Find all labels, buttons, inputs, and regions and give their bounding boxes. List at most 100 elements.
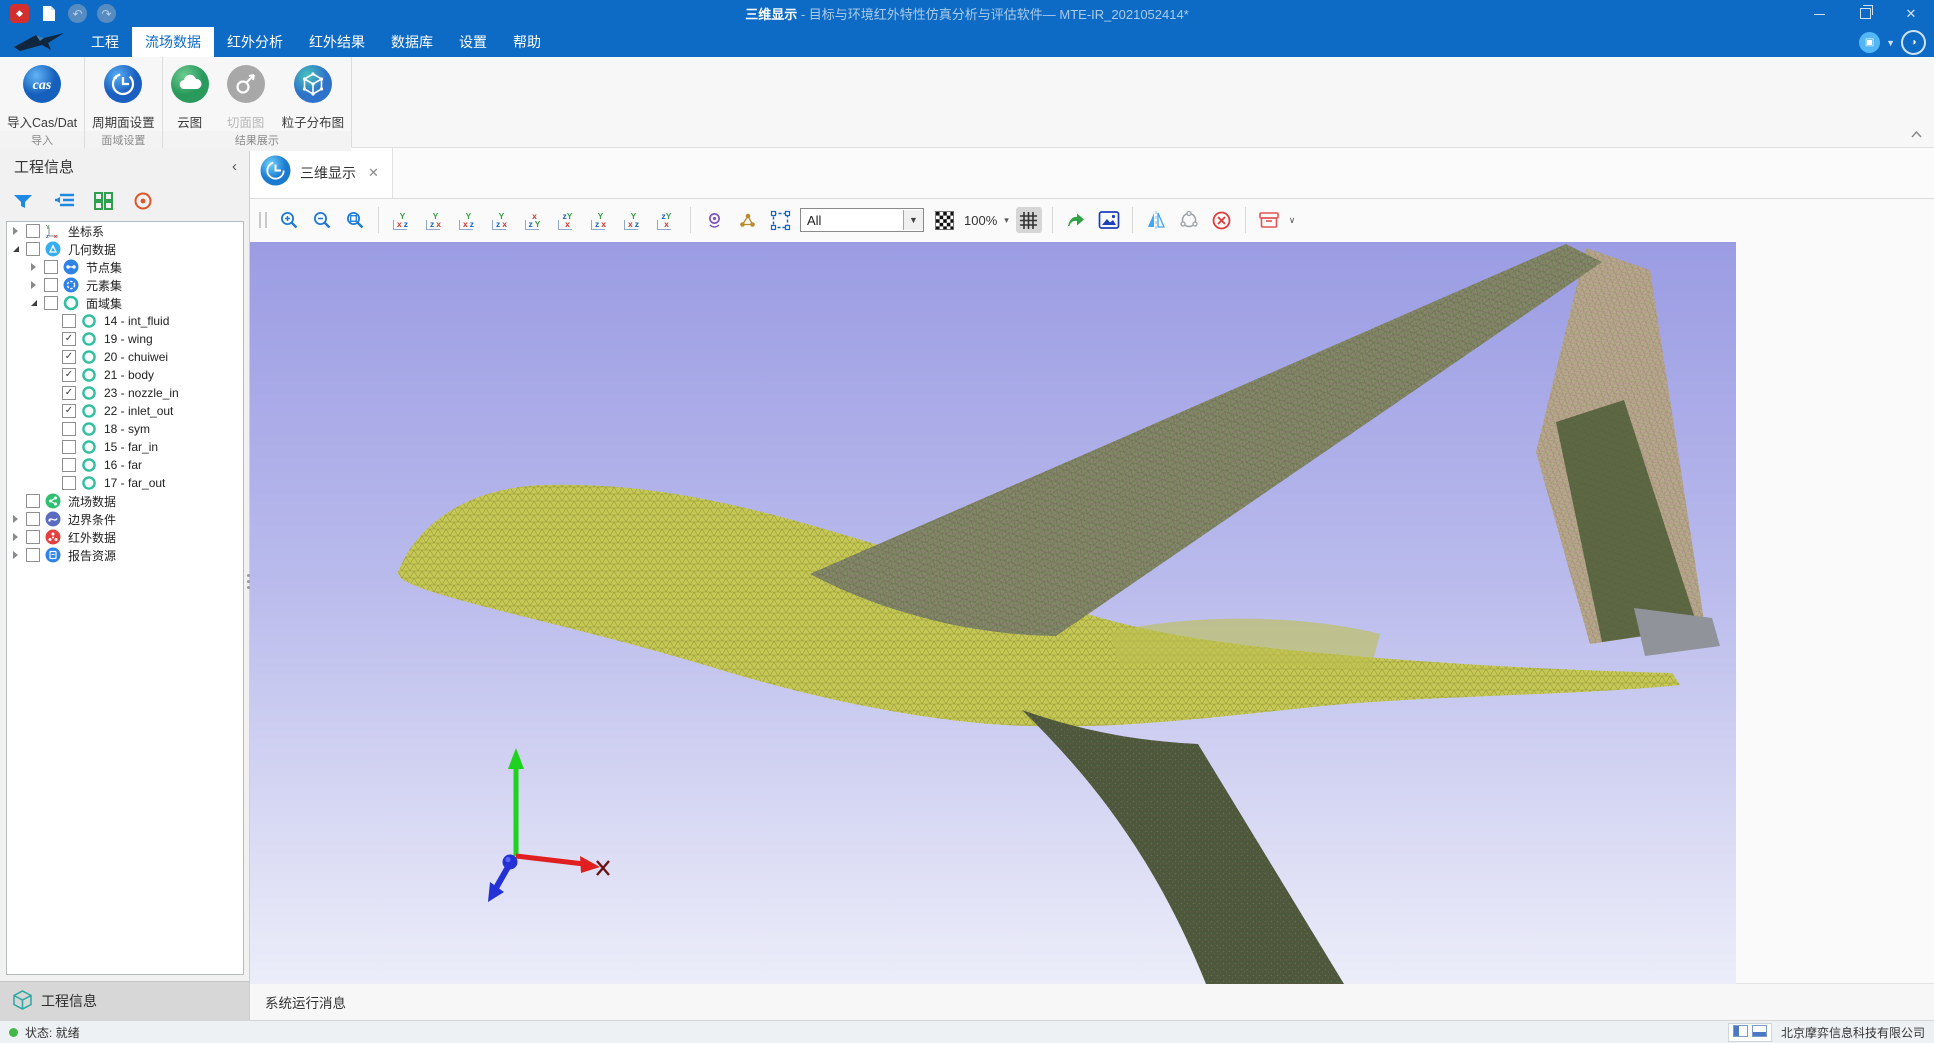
tree-item[interactable]: ✓21 - body: [7, 366, 243, 384]
tree-item[interactable]: 节点集: [7, 258, 243, 276]
zoom-level-value[interactable]: 100%: [964, 213, 997, 228]
visibility-checkbox[interactable]: [62, 476, 76, 490]
visibility-checkbox[interactable]: [44, 278, 58, 292]
ribbon-collapse-chevron-up-icon[interactable]: [1911, 125, 1922, 143]
visibility-checkbox[interactable]: ✓: [62, 332, 76, 346]
visibility-checkbox[interactable]: [26, 242, 40, 256]
chevron-down-icon[interactable]: ▾: [1004, 215, 1009, 226]
snapshot-icon[interactable]: [1096, 207, 1122, 233]
view-back-icon[interactable]: zYx: [554, 207, 581, 233]
tree-item[interactable]: ✓19 - wing: [7, 330, 243, 348]
outline-list-icon[interactable]: [53, 192, 75, 215]
export-arrow-icon[interactable]: [1063, 207, 1089, 233]
visibility-checkbox[interactable]: ✓: [62, 404, 76, 418]
tree-item[interactable]: 几何数据: [7, 240, 243, 258]
filter-icon[interactable]: [12, 192, 34, 215]
visibility-checkbox[interactable]: [62, 314, 76, 328]
tree-item[interactable]: 元素集: [7, 276, 243, 294]
iso-view-3-icon[interactable]: zYx: [653, 207, 680, 233]
tree-item[interactable]: 面域集: [7, 294, 243, 312]
menu-item-infrared-results[interactable]: 红外结果: [296, 27, 378, 57]
close-button[interactable]: ✕: [1888, 0, 1934, 27]
close-icon[interactable]: ✕: [368, 165, 379, 181]
tree-item[interactable]: ✓20 - chuiwei: [7, 348, 243, 366]
expander-collapsed-icon[interactable]: [13, 533, 18, 541]
view-bottom-icon[interactable]: Yxz: [389, 207, 416, 233]
tree-item[interactable]: 14 - int_fluid: [7, 312, 243, 330]
halftone-icon[interactable]: [931, 207, 957, 233]
tab-3d-view[interactable]: 三维显示 ✕: [250, 148, 393, 198]
visibility-checkbox[interactable]: ✓: [62, 368, 76, 382]
visibility-checkbox[interactable]: [26, 530, 40, 544]
grid-toggle-icon[interactable]: [1016, 207, 1042, 233]
viewport-3d-canvas[interactable]: [250, 242, 1934, 983]
tree-item[interactable]: 18 - sym: [7, 420, 243, 438]
module-grid-icon[interactable]: [94, 192, 114, 215]
visibility-checkbox[interactable]: [44, 260, 58, 274]
menu-item-engineering[interactable]: 工程: [78, 27, 132, 57]
menu-item-flowfield-data[interactable]: 流场数据: [132, 27, 214, 57]
tree-item[interactable]: ✓22 - inlet_out: [7, 402, 243, 420]
iso-view-1-icon[interactable]: Yzx: [587, 207, 614, 233]
tree-item[interactable]: ✓23 - nozzle_in: [7, 384, 243, 402]
menu-item-help[interactable]: 帮助: [500, 27, 554, 57]
tree-item[interactable]: 报告资源: [7, 546, 243, 564]
expander-expanded-icon[interactable]: [13, 246, 19, 252]
visibility-checkbox[interactable]: [62, 440, 76, 454]
expander-collapsed-icon[interactable]: [13, 551, 18, 559]
zoom-out-icon[interactable]: [309, 207, 335, 233]
chevron-down-icon[interactable]: ▼: [1886, 38, 1895, 48]
tree-item[interactable]: Yzx坐标系: [7, 222, 243, 240]
expander-collapsed-icon[interactable]: [31, 263, 36, 271]
view-front-icon[interactable]: xzY: [521, 207, 548, 233]
chevron-left-icon[interactable]: ‹: [232, 158, 237, 175]
view-left-icon[interactable]: Yxz: [455, 207, 482, 233]
box-select-icon[interactable]: [767, 207, 793, 233]
view-top-icon[interactable]: Yzx: [422, 207, 449, 233]
ribbon-button-contour-cloud[interactable]: 云图: [163, 62, 217, 131]
iso-view-2-icon[interactable]: Yxz: [620, 207, 647, 233]
menu-item-infrared-analysis[interactable]: 红外分析: [214, 27, 296, 57]
visibility-checkbox[interactable]: ✓: [62, 350, 76, 364]
toolbar-drag-handle[interactable]: [259, 212, 267, 228]
new-file-icon[interactable]: [39, 4, 58, 23]
region-filter-select[interactable]: All ▼: [800, 208, 924, 232]
chevron-down-icon[interactable]: ▼: [903, 210, 923, 230]
ribbon-button-particle-distribution[interactable]: 粒子分布图: [275, 62, 352, 131]
view-right-icon[interactable]: Yzx: [488, 207, 515, 233]
expander-expanded-icon[interactable]: [31, 300, 37, 306]
ribbon-button-periodic-surface[interactable]: 周期面设置: [85, 62, 162, 131]
restore-button[interactable]: [1842, 0, 1888, 27]
probe-pin-icon[interactable]: [701, 207, 727, 233]
surface-smooth-icon[interactable]: [1176, 207, 1202, 233]
mirror-icon[interactable]: [1143, 207, 1169, 233]
menu-item-database[interactable]: 数据库: [378, 27, 446, 57]
visibility-checkbox[interactable]: [62, 422, 76, 436]
zoom-fit-icon[interactable]: [342, 207, 368, 233]
save-view-icon[interactable]: [1256, 207, 1282, 233]
visibility-checkbox[interactable]: ✓: [62, 386, 76, 400]
tree-item[interactable]: 红外数据: [7, 528, 243, 546]
expander-collapsed-icon[interactable]: [31, 281, 36, 289]
clear-icon[interactable]: [1209, 207, 1235, 233]
visibility-checkbox[interactable]: [26, 494, 40, 508]
tree-item[interactable]: 流场数据: [7, 492, 243, 510]
panel-layout-icon[interactable]: ▣: [1859, 32, 1880, 53]
menu-item-settings[interactable]: 设置: [446, 27, 500, 57]
chevron-down-icon[interactable]: ∨: [1289, 215, 1296, 226]
theme-toggle-icon[interactable]: ◑: [1901, 30, 1926, 55]
ribbon-button-cas-import[interactable]: cas导入Cas/Dat: [0, 62, 84, 131]
project-info-dock-button[interactable]: 工程信息: [0, 981, 249, 1020]
tree-item[interactable]: 边界条件: [7, 510, 243, 528]
zoom-in-icon[interactable]: [276, 207, 302, 233]
visibility-checkbox[interactable]: [26, 224, 40, 238]
undo-icon[interactable]: ↶: [68, 4, 87, 23]
minimize-button[interactable]: [1796, 0, 1842, 27]
app-logo-icon[interactable]: ◆: [10, 4, 29, 23]
visibility-checkbox[interactable]: [44, 296, 58, 310]
visibility-checkbox[interactable]: [26, 512, 40, 526]
layout-bottom-icon[interactable]: [1752, 1025, 1767, 1040]
visibility-checkbox[interactable]: [62, 458, 76, 472]
visibility-checkbox[interactable]: [26, 548, 40, 562]
tree-item[interactable]: 16 - far: [7, 456, 243, 474]
